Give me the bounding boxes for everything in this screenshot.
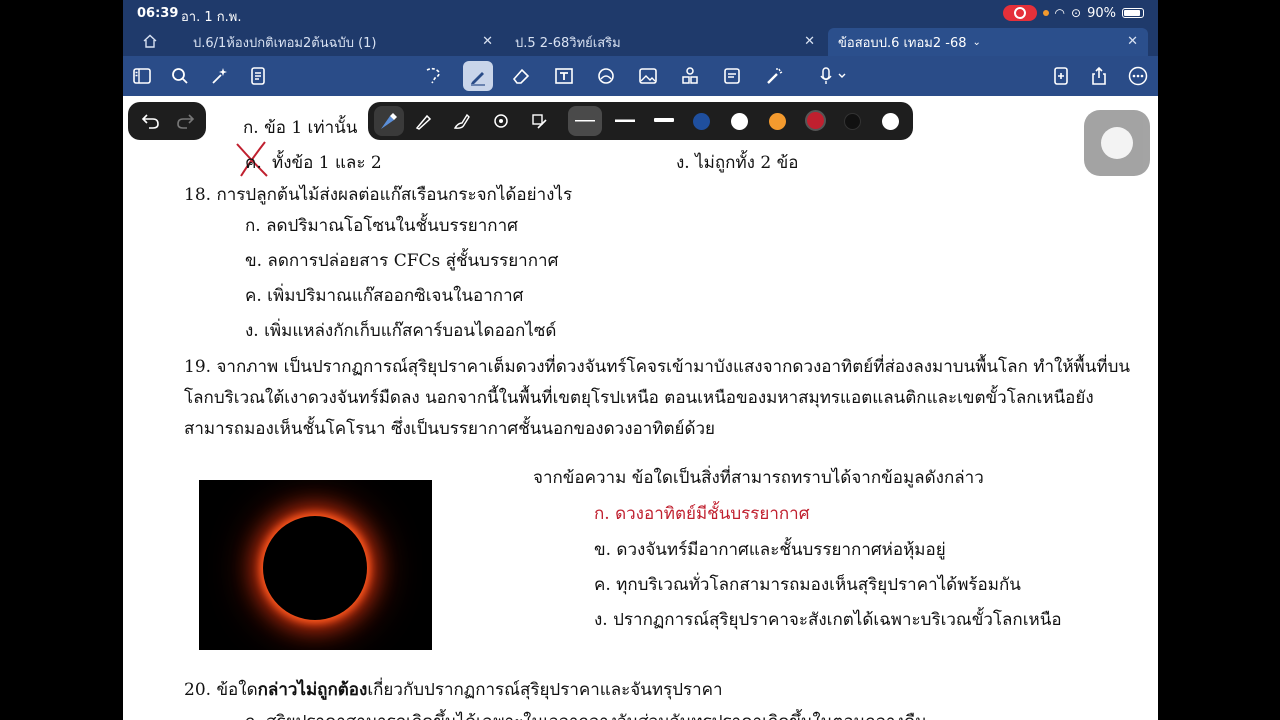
magic-icon[interactable]	[208, 64, 232, 88]
tab-label: ป.6/1ห้องปกติเทอม2ต้นฉบับ (1)	[193, 35, 377, 51]
main-toolbar	[123, 56, 1158, 96]
stroke-medium-option[interactable]	[613, 109, 637, 133]
status-time: 06:39	[137, 6, 179, 21]
document-icon[interactable]	[246, 64, 270, 88]
close-tab-icon[interactable]: ✕	[482, 34, 493, 49]
ballpoint-pen-icon[interactable]	[412, 109, 436, 133]
stroke-thin-option[interactable]	[568, 106, 602, 136]
sidebar-icon[interactable]	[130, 64, 154, 88]
q20-suffix: เกี่ยวกับปรากฏการณ์สุริยุปราคาและจันทรุป…	[367, 680, 723, 700]
q19-option-a: ก. ดวงอาทิตย์มีชั้นบรรยากาศ	[594, 504, 810, 524]
eraser-icon[interactable]	[509, 64, 533, 88]
color-swatch-custom[interactable]	[882, 113, 899, 130]
close-tab-icon[interactable]: ✕	[1127, 34, 1138, 49]
q19-option-c: ค. ทุกบริเวณทั่วโลกสามารถมองเห็นสุริยุปร…	[594, 575, 1021, 595]
stroke-thick-option[interactable]	[652, 109, 676, 133]
question-19-line-1: 19. จากภาพ เป็นปรากฏการณ์สุริยุปราคาเต็ม…	[184, 357, 1130, 377]
color-swatch-red-selected[interactable]	[805, 110, 826, 131]
q20-emphasis: กล่าวไม่ถูกต้อง	[257, 680, 368, 700]
battery-percent: 90%	[1087, 5, 1116, 21]
q20-prefix: 20. ข้อใด	[184, 680, 258, 700]
elements-icon[interactable]	[678, 64, 702, 88]
pen-settings-icon[interactable]	[527, 109, 551, 133]
status-date: อา. 1 ก.พ.	[181, 10, 242, 25]
q18-option-a: ก. ลดปริมาณโอโซนในชั้นบรรยากาศ	[245, 216, 518, 236]
chevron-down-icon[interactable]: ⌄	[973, 37, 981, 48]
undo-redo-bar	[128, 102, 206, 140]
tab-label: ป.5 2-68วิทย์เสริม	[515, 35, 621, 51]
redo-icon[interactable]	[176, 112, 196, 130]
question-19-line-2: โลกบริเวณใต้เงาดวงจันทร์มืดลง นอกจากนี้ใ…	[184, 388, 1094, 408]
shapes-icon[interactable]	[594, 64, 618, 88]
tab-bar: ป.6/1ห้องปกติเทอม2ต้นฉบับ (1) ✕ ป.5 2-68…	[123, 28, 1158, 56]
mic-indicator-icon	[1042, 10, 1049, 16]
question-18: 18. การปลูกต้นไม้ส่งผลต่อแก๊สเรือนกระจกไ…	[184, 185, 573, 205]
q19-option-b: ข. ดวงจันทร์มีอากาศและชั้นบรรยากาศห่อหุ้…	[594, 540, 946, 560]
laser-icon[interactable]	[763, 64, 787, 88]
wifi-icon: ◠	[1054, 6, 1066, 20]
pen-options-bar	[368, 102, 913, 140]
solar-eclipse-image	[199, 480, 432, 650]
ipad-screen: 06:39 อา. 1 ก.พ. ◠ ⊙ 90% ป.6/1ห้องปกติเท…	[123, 0, 1158, 720]
q19-prompt: จากข้อความ ข้อใดเป็นสิ่งที่สามารถทราบได้…	[533, 468, 984, 488]
q18-option-d: ง. เพิ่มแหล่งกักเก็บแก๊สคาร์บอนไดออกไซด์	[245, 321, 557, 341]
color-swatch-black[interactable]	[844, 113, 861, 130]
color-swatch-white[interactable]	[731, 113, 748, 130]
microphone-icon[interactable]	[813, 64, 853, 88]
fountain-pen-icon[interactable]	[374, 106, 404, 136]
color-swatch-orange[interactable]	[769, 113, 786, 130]
question-20: 20. ข้อใดกล่าวไม่ถูกต้องเกี่ยวกับปรากฏกา…	[184, 676, 723, 703]
add-page-icon[interactable]	[1049, 64, 1073, 88]
lasso-icon[interactable]	[421, 64, 445, 88]
brush-pen-icon[interactable]	[450, 109, 474, 133]
undo-icon[interactable]	[140, 112, 160, 130]
home-icon[interactable]	[143, 34, 157, 48]
battery-icon	[1122, 8, 1144, 18]
close-tab-icon[interactable]: ✕	[804, 34, 815, 49]
q19-option-d: ง. ปรากฏการณ์สุริยุปราคาจะสังเกตได้เฉพาะ…	[594, 610, 1062, 630]
tab-document-3[interactable]: ข้อสอบป.6 เทอม2 -68 ⌄ ✕	[828, 28, 1148, 56]
text-box-icon[interactable]	[552, 64, 576, 88]
shape-recognition-icon[interactable]	[489, 109, 513, 133]
q17-option-a: ก. ข้อ 1 เท่านั้น	[243, 118, 358, 138]
image-icon[interactable]	[636, 64, 660, 88]
search-icon[interactable]	[168, 64, 192, 88]
eclipse-corona	[263, 516, 367, 620]
tab-document-2[interactable]: ป.5 2-68วิทย์เสริม ✕	[505, 28, 825, 56]
document-page[interactable]: ก. ข้อ 1 เท่านั้น ค. ทั้งข้อ 1 และ 2 ง. …	[123, 96, 1158, 720]
assistive-touch-button[interactable]	[1084, 110, 1150, 176]
pen-icon[interactable]	[463, 61, 493, 91]
question-19-line-3: สามารถมองเห็นชั้นโคโรนา ซึ่งเป็นบรรยากาศ…	[184, 419, 716, 439]
q20-option-a: ก. สุริยุปราคาสามารถเกิดขึ้นได้เฉพาะในเว…	[245, 708, 927, 720]
tab-document-1[interactable]: ป.6/1ห้องปกติเทอม2ต้นฉบับ (1) ✕	[183, 28, 503, 56]
tab-label: ข้อสอบป.6 เทอม2 -68	[838, 35, 967, 51]
q17-option-d: ง. ไม่ถูกทั้ง 2 ข้อ	[676, 153, 799, 173]
status-bar: 06:39 อา. 1 ก.พ. ◠ ⊙ 90%	[123, 0, 1158, 28]
color-swatch-blue[interactable]	[693, 113, 710, 130]
q17-option-c: ทั้งข้อ 1 และ 2	[272, 153, 382, 173]
screen-recording-icon[interactable]	[1002, 5, 1037, 21]
more-icon[interactable]	[1126, 64, 1150, 88]
q18-option-b: ข. ลดการปล่อยสาร CFCs สู่ชั้นบรรยากาศ	[245, 251, 559, 271]
share-icon[interactable]	[1087, 64, 1111, 88]
sticky-note-icon[interactable]	[720, 64, 744, 88]
q17-option-c-label: ค.	[245, 153, 262, 173]
lock-rotation-icon: ⊙	[1071, 6, 1082, 20]
q18-option-c: ค. เพิ่มปริมาณแก๊สออกซิเจนในอากาศ	[245, 286, 524, 306]
